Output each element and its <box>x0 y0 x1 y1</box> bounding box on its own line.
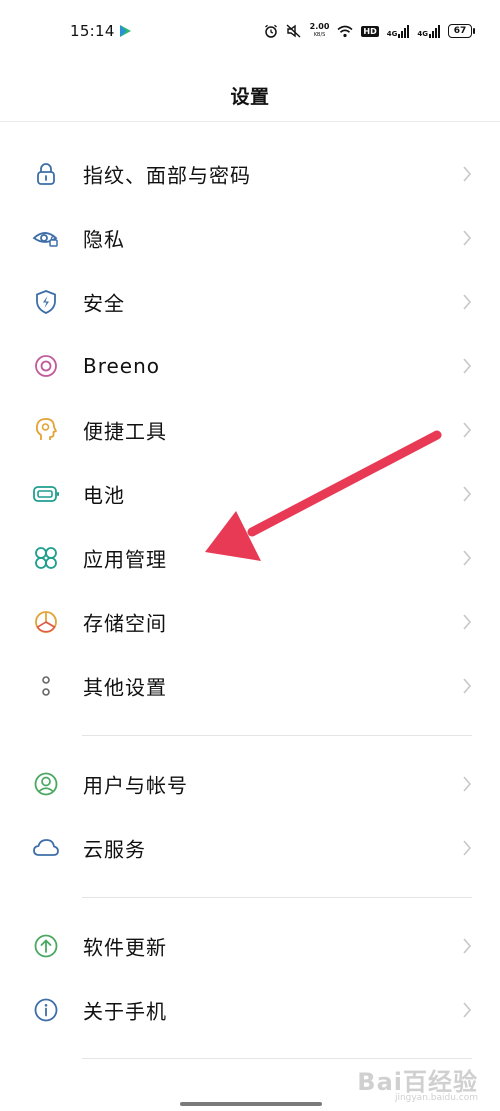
settings-item-label: 电池 <box>83 483 125 508</box>
signal-2: 4G <box>417 24 440 38</box>
status-bar: 15:14 2.00 KB/S HD 4G 4G 67 <box>0 0 500 62</box>
signal-1-bars <box>398 24 410 38</box>
header-divider <box>0 121 500 122</box>
settings-item-label: 安全 <box>83 291 125 316</box>
network-speed-unit: KB/S <box>313 32 326 38</box>
user-icon <box>32 770 60 798</box>
settings-item-label: 软件更新 <box>83 935 167 960</box>
breeno-icon <box>32 352 60 380</box>
alarm-icon <box>264 24 277 38</box>
settings-item-label: 关于手机 <box>83 999 167 1024</box>
settings-item-label: 便捷工具 <box>83 419 167 444</box>
group-divider <box>82 735 472 736</box>
chevron-right-icon <box>463 422 472 438</box>
signal-1-label: 4G <box>386 29 398 38</box>
apps-clover-icon <box>32 544 60 572</box>
settings-item-battery[interactable]: 电池 <box>0 462 500 526</box>
shield-icon <box>32 288 60 316</box>
lock-icon <box>32 160 60 188</box>
settings-item-label: Breeno <box>83 354 161 378</box>
chevron-right-icon <box>463 1002 472 1018</box>
chevron-right-icon <box>463 486 472 502</box>
watermark: Bai百经验 jingyan.baidu.com <box>357 1062 478 1103</box>
network-speed: 2.00 KB/S <box>310 23 330 39</box>
signal-1: 4G <box>386 24 410 38</box>
settings-item-label: 指纹、面部与密码 <box>83 163 251 188</box>
battery-icon <box>32 480 60 508</box>
settings-item-label: 应用管理 <box>83 547 167 572</box>
app-notification-icon <box>120 25 131 37</box>
chevron-right-icon <box>463 358 472 374</box>
page-title: 设置 <box>230 86 270 108</box>
info-icon <box>32 996 60 1024</box>
group-divider <box>82 1058 472 1059</box>
settings-item-label: 云服务 <box>83 837 146 862</box>
status-time: 15:14 <box>70 22 115 40</box>
chevron-right-icon <box>463 938 472 954</box>
hd-badge: HD <box>361 25 379 37</box>
settings-item-breeno[interactable]: Breeno <box>0 334 500 398</box>
more-dots-icon <box>32 672 60 700</box>
signal-2-label: 4G <box>417 29 428 38</box>
privacy-eye-icon <box>32 224 60 252</box>
chevron-right-icon <box>463 166 472 182</box>
settings-item-other-settings[interactable]: 其他设置 <box>0 654 500 718</box>
chevron-right-icon <box>463 678 472 694</box>
settings-item-fingerprint-face-password[interactable]: 指纹、面部与密码 <box>0 142 500 206</box>
cloud-icon <box>32 834 60 862</box>
status-icons: 2.00 KB/S HD 4G 4G 67 <box>264 20 475 42</box>
network-speed-value: 2.00 <box>309 22 330 31</box>
tools-head-icon <box>32 416 60 444</box>
settings-item-software-update[interactable]: 软件更新 <box>0 914 500 978</box>
chevron-right-icon <box>463 550 472 566</box>
settings-item-label: 隐私 <box>83 227 125 252</box>
home-indicator[interactable] <box>180 1102 322 1106</box>
update-arrow-icon <box>32 932 60 960</box>
settings-item-security[interactable]: 安全 <box>0 270 500 334</box>
signal-2-bars <box>429 24 440 38</box>
chevron-right-icon <box>463 230 472 246</box>
watermark-text: Bai百经验 <box>357 1068 478 1096</box>
settings-item-storage[interactable]: 存储空间 <box>0 590 500 654</box>
settings-item-label: 存储空间 <box>83 611 167 636</box>
settings-item-convenience-tools[interactable]: 便捷工具 <box>0 398 500 462</box>
settings-item-users-accounts[interactable]: 用户与帐号 <box>0 752 500 816</box>
settings-item-privacy[interactable]: 隐私 <box>0 206 500 270</box>
chevron-right-icon <box>463 614 472 630</box>
group-divider <box>82 897 472 898</box>
mute-icon <box>286 24 301 38</box>
settings-item-label: 其他设置 <box>83 675 167 700</box>
settings-item-about-phone[interactable]: 关于手机 <box>0 978 500 1042</box>
settings-item-app-management[interactable]: 应用管理 <box>0 526 500 590</box>
wifi-icon <box>337 25 353 37</box>
battery-indicator: 67 <box>448 24 475 38</box>
chevron-right-icon <box>463 776 472 792</box>
settings-item-label: 用户与帐号 <box>83 773 188 798</box>
chevron-right-icon <box>463 840 472 856</box>
chevron-right-icon <box>463 294 472 310</box>
settings-item-cloud-service[interactable]: 云服务 <box>0 816 500 880</box>
storage-pie-icon <box>32 608 60 636</box>
